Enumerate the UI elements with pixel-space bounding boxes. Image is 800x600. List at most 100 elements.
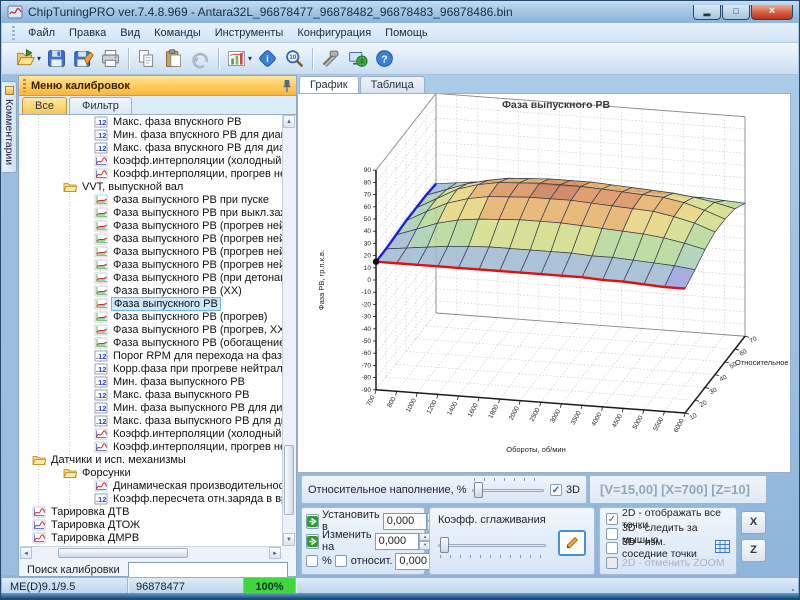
tree-item[interactable]: Динамическая производительность [20,479,284,492]
tree-item[interactable]: Коэфф.интерполяции (холодный / горячий ) [20,427,284,440]
help-icon[interactable]: ? [371,46,398,72]
grid-icon[interactable] [715,540,730,556]
tree-horizontal-scrollbar[interactable]: ◄ ► [20,546,281,559]
tab-all[interactable]: Все [22,97,67,114]
panel-grip[interactable] [23,79,26,92]
tree-item[interactable]: Фаза выпускного РВ при пуске [20,193,284,206]
tree-item[interactable]: Фаза выпускного РВ (прогрев) [20,310,284,323]
tree-item[interactable]: .12Мин. фаза выпускного РВ для диагности… [20,401,284,414]
tree-item[interactable]: Фаза выпускного РВ (обогащение) [20,336,284,349]
tools-icon[interactable] [317,46,344,72]
tree-item[interactable]: .12Мин. фаза впускного РВ для диагностик… [20,128,284,141]
open-file-icon[interactable] [12,46,39,72]
relative-checkbox[interactable]: относит. [335,555,393,567]
x-axis-button[interactable]: X [741,511,766,534]
tree-item[interactable]: .12Порог RPM для перехода на фазу для ре… [20,349,284,362]
maximize-button[interactable]: □ [722,5,750,20]
tree-folder[interactable]: Форсунки [20,466,284,479]
checkbox-icon[interactable] [606,542,618,554]
tree-item[interactable]: Фаза выпускного РВ (прогрев нейтрализато… [20,219,284,232]
tree-item[interactable]: Фаза выпускного РВ (прогрев нейтрал., хо… [20,232,284,245]
percent-checkbox[interactable]: % [306,555,332,567]
menu-item[interactable]: Команды [147,25,208,41]
scroll-thumb[interactable] [284,445,294,515]
scroll-down-arrow[interactable]: ▼ [283,533,295,546]
checkbox-icon[interactable]: ✓ [606,513,618,525]
slider-track[interactable] [472,489,543,492]
tree-vertical-scrollbar[interactable]: ▲ ▼ [282,115,295,546]
menu-item[interactable]: Файл [21,25,62,41]
tree-folder[interactable]: VVT, выпускной вал [20,180,284,193]
paste-icon[interactable] [160,46,187,72]
apply-set-button[interactable] [306,514,319,529]
network-icon[interactable] [344,46,371,72]
slider-track[interactable] [438,544,546,547]
tree-item[interactable]: .12Макс. фаза выпускного РВ [20,388,284,401]
tree-item[interactable]: .12Макс. фаза впускного РВ [20,115,284,128]
tree-folder[interactable]: Датчики и исп. механизмы [20,453,284,466]
edit-curve-button[interactable] [558,530,586,556]
search-input[interactable] [128,562,288,578]
scroll-left-arrow[interactable]: ◄ [20,547,32,559]
close-button[interactable]: × [751,5,793,20]
save-icon[interactable] [43,46,70,72]
checkbox-icon[interactable] [335,555,347,567]
tree-item[interactable]: Фаза выпускного РВ (прогрев, ХХ) [20,323,284,336]
info-icon[interactable]: i [254,46,281,72]
zoom-10-icon[interactable]: 10 [281,46,308,72]
save-as-icon[interactable] [70,46,97,72]
undo-icon[interactable] [187,46,214,72]
checkbox-icon[interactable] [306,555,318,567]
smoothing-slider[interactable] [438,536,546,554]
scroll-right-arrow[interactable]: ► [269,547,281,559]
tab-graph[interactable]: График [299,76,359,93]
menu-item[interactable]: Вид [113,25,147,41]
tree-item[interactable]: .12Коэфф.пересчета отн.заряда в время вп… [20,492,284,505]
display-option-checkbox[interactable]: 3D - изм. соседние точки [606,541,730,555]
tree-item[interactable]: Фаза выпускного РВ (ХХ) [20,284,284,297]
charts-dropdown-arrow[interactable]: ▾ [248,54,252,63]
change-value[interactable]: 0,000 [375,533,419,550]
tree-item[interactable]: Фаза выпускного РВ при выкл.зажигания [20,206,284,219]
checkbox-icon[interactable] [606,528,618,540]
tree-item[interactable]: Фаза выпускного РВ (прогрев нейтрал., ХХ… [20,245,284,258]
tree-item[interactable]: Фаза выпускного РВ (прогрев нейтрал., ХХ… [20,258,284,271]
slider-thumb[interactable] [474,482,483,498]
scroll-thumb[interactable] [58,548,188,558]
z-axis-button[interactable]: Z [741,539,766,562]
copy-icon[interactable] [133,46,160,72]
pin-icon[interactable] [282,79,292,93]
load-slider[interactable] [472,481,543,499]
menu-item[interactable]: Правка [62,25,113,41]
tree-item[interactable]: Коэфф.интерполяции (холодный / горячий ) [20,154,284,167]
tab-table[interactable]: Таблица [360,76,425,93]
checkbox-icon[interactable]: ✓ [550,484,562,496]
resize-grip[interactable] [792,589,794,591]
surface-plot-3d[interactable]: -90-80-70-60-50-40-30-20-100102030405060… [298,94,790,472]
tree-item[interactable]: Тарировка ДТВ [20,505,284,518]
open-file-dropdown-arrow[interactable]: ▾ [37,54,41,63]
tree-item[interactable]: Коэфф.интерполяции, прогрев нейтр. (холо… [20,440,284,453]
menu-item[interactable]: Инструменты [208,25,291,41]
charts-icon[interactable] [223,46,250,72]
tab-filter[interactable]: Фильтр [69,97,132,114]
tree-item[interactable]: .12Мин. фаза выпускного РВ [20,375,284,388]
title-bar[interactable]: ChipTuningPRO ver.7.4.8.969 - Antara32L_… [1,1,799,23]
tree-item[interactable]: .12Макс. фаза впускного РВ для диагности… [20,141,284,154]
3d-checkbox[interactable]: ✓ 3D [550,484,580,496]
menu-item[interactable]: Помощь [378,25,435,41]
tree-item[interactable]: .12Макс. фаза выпускного РВ для диагност… [20,414,284,427]
apply-change-button[interactable] [306,534,319,549]
tree-item[interactable]: Фаза выпускного РВ [20,297,284,310]
tree-item[interactable]: Фаза выпускного РВ (при детонации) [20,271,284,284]
set-value[interactable]: 0,000 [383,513,427,530]
slider-thumb[interactable] [440,537,449,553]
scroll-up-arrow[interactable]: ▲ [283,115,295,128]
print-icon[interactable] [97,46,124,72]
change-spinner[interactable]: 0,000 ▲▼ [375,533,432,550]
menu-item[interactable]: Конфигурация [290,25,378,41]
tree-item[interactable]: Тарировка ДМРВ [20,531,284,544]
minimize-button[interactable]: ▂ [693,5,721,20]
tree-item[interactable]: .12Корр.фаза при прогреве нейтрализатора [20,362,284,375]
tree-item[interactable]: Тарировка ДТОЖ [20,518,284,531]
